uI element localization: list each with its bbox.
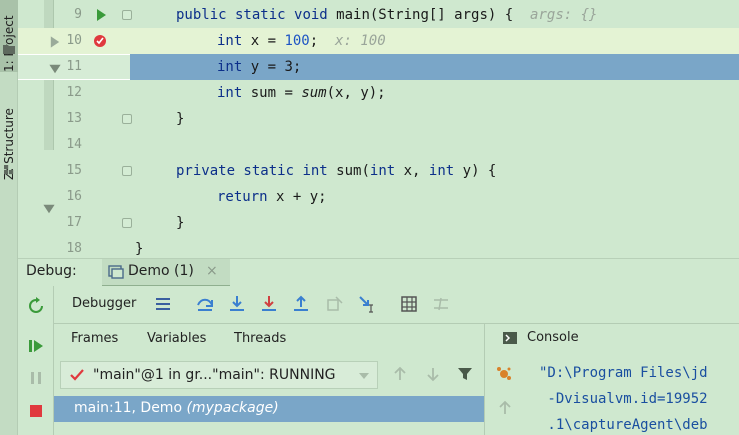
- console-output[interactable]: "D:\Program Files\jd -Dvisualvm.id=19952…: [539, 360, 708, 435]
- console-side-toolbar: [485, 352, 521, 435]
- console-line: .1\captureAgent\deb: [539, 417, 708, 433]
- filter-icon[interactable]: [457, 366, 473, 382]
- line-number: 14: [66, 137, 82, 152]
- fold-marker[interactable]: [122, 166, 132, 176]
- structure-icon: [4, 165, 14, 175]
- close-icon[interactable]: ×: [206, 263, 218, 279]
- tool-window-strip: 1: Project Z: Structure: [0, 0, 18, 435]
- code-editor[interactable]: 9 public static void main(String[] args)…: [18, 0, 739, 258]
- debug-title-label: Debug:: [26, 263, 77, 279]
- evaluate-expression-icon[interactable]: [400, 295, 418, 313]
- line-number: 11: [66, 59, 82, 74]
- trace-current-stream-icon[interactable]: [432, 295, 450, 313]
- session-icon: [108, 265, 124, 279]
- debugger-toolbar: Debugger: [54, 286, 739, 324]
- pause-icon[interactable]: [27, 369, 45, 387]
- thread-selector-dropdown[interactable]: "main"@1 in gr..."main": RUNNING: [60, 361, 378, 389]
- line-number: 10: [66, 33, 82, 48]
- tab-frames[interactable]: Frames: [71, 331, 118, 346]
- run-to-cursor-icon[interactable]: [358, 295, 376, 313]
- arrow-down-icon[interactable]: [425, 366, 441, 382]
- code-line[interactable]: 16 return x + y;: [18, 184, 739, 210]
- code-text: public static void main(String[] args) {…: [176, 7, 598, 23]
- stack-frame-label: main:11, Demo (mypackage): [74, 400, 279, 416]
- line-number: 9: [74, 7, 82, 22]
- step-over-icon[interactable]: [196, 295, 214, 313]
- code-text: }: [176, 111, 185, 127]
- debug-session-tab[interactable]: Demo (1) ×: [102, 259, 230, 287]
- arrow-up-icon[interactable]: [497, 400, 513, 416]
- chevron-down-icon: [359, 373, 369, 379]
- debug-side-toolbar: [18, 286, 54, 435]
- show-execution-point-icon[interactable]: [154, 295, 172, 313]
- debug-bug-icon[interactable]: [495, 364, 513, 382]
- console-tab[interactable]: Console: [485, 324, 739, 352]
- step-out-icon[interactable]: [292, 295, 310, 313]
- code-text: }: [176, 215, 185, 231]
- code-text: return x + y;: [217, 189, 327, 205]
- console-line: -Dvisualvm.id=19952: [539, 391, 708, 407]
- fold-marker[interactable]: [122, 218, 132, 228]
- tab-variables[interactable]: Variables: [147, 331, 206, 346]
- tab-threads[interactable]: Threads: [234, 331, 286, 346]
- fold-marker[interactable]: [122, 114, 132, 124]
- console-line: "D:\Program Files\jd: [539, 365, 708, 381]
- inline-debug-hint: x: 100: [335, 33, 386, 49]
- code-text: private static int sum(int x, int y) {: [176, 163, 497, 179]
- code-line[interactable]: 17 }: [18, 204, 739, 236]
- arrow-up-icon[interactable]: [392, 366, 408, 382]
- code-text: int x = 100; x: 100: [217, 33, 386, 49]
- code-line[interactable]: 15 private static int sum(int x, int y) …: [18, 158, 739, 184]
- step-into-icon[interactable]: [228, 295, 246, 313]
- code-text: }: [135, 241, 144, 257]
- line-number: 16: [66, 189, 82, 204]
- stack-frame-row-selected[interactable]: main:11, Demo (mypackage): [54, 396, 484, 422]
- line-number: 17: [66, 215, 82, 230]
- line-number: 18: [66, 241, 82, 256]
- session-tab-label: Demo (1): [128, 263, 194, 279]
- folder-icon: [3, 45, 15, 54]
- console-panel: Console "D:\Program Files\jd -Dvisualvm.…: [484, 324, 739, 435]
- code-text: int y = 3;: [217, 59, 302, 75]
- code-line[interactable]: 13 }: [18, 106, 739, 132]
- code-line[interactable]: 18 }: [18, 236, 739, 258]
- project-tool-tab[interactable]: 1: Project: [0, 0, 18, 72]
- debugger-subtabs: Frames Variables Threads: [54, 324, 484, 352]
- console-icon: [503, 332, 517, 344]
- debug-tool-window-header: Debug: Demo (1) ×: [18, 258, 739, 287]
- code-line[interactable]: 14: [18, 132, 739, 158]
- checkmark-icon: [70, 369, 84, 381]
- debugger-tab[interactable]: Debugger: [72, 296, 136, 311]
- inline-debug-hint: args: {}: [530, 7, 598, 23]
- code-line[interactable]: 9 public static void main(String[] args)…: [18, 2, 739, 28]
- resume-icon[interactable]: [27, 337, 45, 355]
- drop-frame-icon[interactable]: [326, 295, 344, 313]
- line-number: 13: [66, 111, 82, 126]
- code-text: int sum = sum(x, y);: [217, 85, 386, 101]
- line-number: 12: [66, 85, 82, 100]
- code-line-breakpoint[interactable]: 10 int x = 100; x: 100: [18, 28, 739, 54]
- thread-selector-value: "main"@1 in gr..."main": RUNNING: [93, 367, 336, 383]
- fold-marker[interactable]: [122, 10, 132, 20]
- force-step-into-icon[interactable]: [260, 295, 278, 313]
- line-number: 15: [66, 163, 82, 178]
- breakpoint-icon[interactable]: [93, 34, 107, 48]
- run-gutter-icon[interactable]: [94, 8, 108, 22]
- code-line[interactable]: 12 int sum = sum(x, y);: [18, 80, 739, 106]
- frames-toolbar: "main"@1 in gr..."main": RUNNING: [54, 352, 484, 396]
- rerun-icon[interactable]: [27, 297, 45, 315]
- console-tab-label: Console: [527, 330, 579, 345]
- stop-icon[interactable]: [27, 402, 45, 420]
- code-line-current-execution[interactable]: 11 int y = 3;: [18, 54, 739, 80]
